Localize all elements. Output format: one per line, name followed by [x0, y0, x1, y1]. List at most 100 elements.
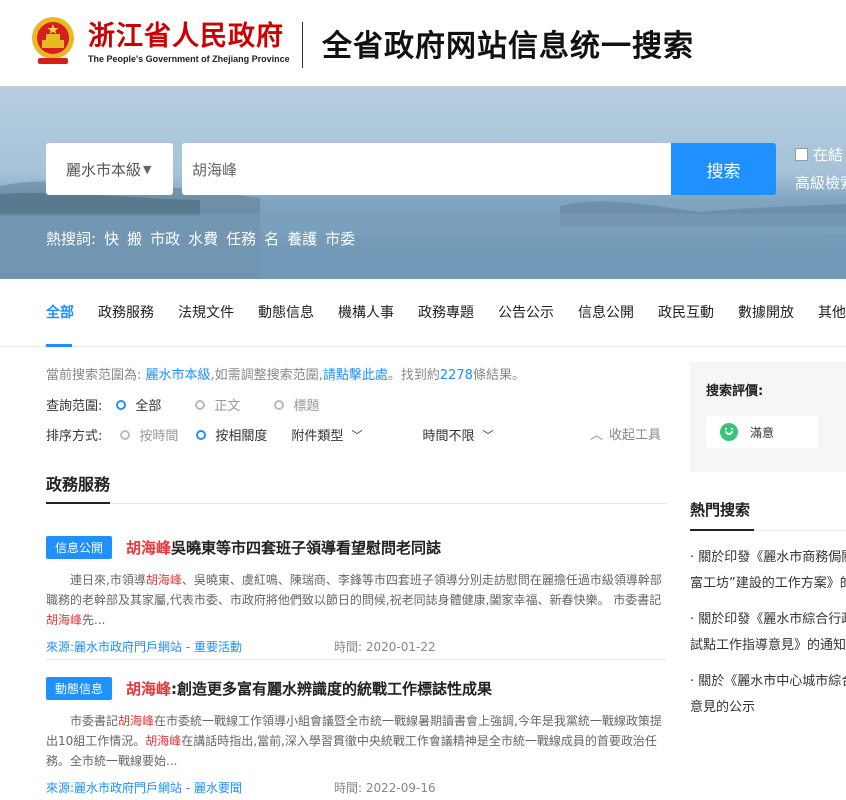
hot-word[interactable]: 水費	[188, 228, 218, 249]
keyword-highlight: 胡海峰	[145, 573, 182, 587]
dropdown-label: 附件類型	[291, 429, 344, 444]
hot-word[interactable]: 市政	[150, 228, 180, 249]
tab-other[interactable]: 其他	[818, 302, 846, 335]
caret-down-icon: ▼	[143, 162, 152, 176]
site-header: 浙江省人民政府 The People's Government of Zheji…	[0, 0, 846, 86]
range-option-body[interactable]: 正文	[195, 395, 240, 414]
hot-word[interactable]: 市委	[325, 228, 355, 249]
hot-search-item[interactable]: · 關於《麗水市中心城市綜合 意見的公示	[690, 669, 846, 721]
scope-info-scope: 麗水市本級	[145, 368, 211, 383]
attachment-type-dropdown[interactable]: 附件類型 ﹀	[291, 425, 362, 445]
category-tabs: 全部 政務服務 法規文件 動態信息 機構人事 政務專題 公告公示 信息公開 政民…	[46, 302, 846, 335]
result-snippet: 市委書記胡海峰在市委統一戰線工作領導小組會議暨全市統一戰線暑期讀書會上強調,今年…	[46, 711, 666, 771]
tab-regulations[interactable]: 法規文件	[178, 302, 234, 335]
result-badge[interactable]: 信息公開	[46, 536, 113, 559]
scope-info-prefix: 當前搜索范圍為:	[46, 368, 142, 383]
result-item: 信息公開 胡海峰吳曉東等市四套班子領導看望慰問老同誌 連日來,市領導胡海峰、吳曉東…	[46, 536, 666, 655]
scope-select[interactable]: 麗水市本級 ▼	[46, 143, 173, 195]
time-label: 時間:	[334, 640, 363, 654]
source-column: - 麗水要聞	[182, 781, 243, 795]
tab-topics[interactable]: 政務專題	[418, 302, 474, 335]
time-label: 時間:	[334, 781, 363, 795]
radio-label: 全部	[135, 399, 162, 414]
result-time: 時間: 2020-01-22	[334, 638, 436, 655]
result-source[interactable]: 來源:麗水市政府門戶網站 - 重要活動	[46, 638, 334, 655]
search-in-results-checkbox[interactable]	[795, 148, 808, 161]
result-source[interactable]: 來源:麗水市政府門戶網站 - 麗水要聞	[46, 779, 334, 796]
result-snippet: 連日來,市領導胡海峰、吳曉東、虞紅鳴、陳瑞商、李鋒等市四套班子領導分別走訪慰問在…	[46, 570, 666, 630]
scope-info: 當前搜索范圍為: 麗水市本級,如需調整搜索范圍,請點擊此處。找到約2278條結果…	[46, 364, 525, 383]
keyword-highlight: 胡海峰	[126, 680, 172, 698]
sort-by-time[interactable]: 按時間	[120, 425, 178, 444]
source-column: - 重要活動	[182, 640, 243, 654]
result-title[interactable]: 胡海峰吳曉東等市四套班子領導看望慰問老同誌	[126, 539, 441, 557]
result-title-text: :創造更多富有麗水辨識度的統戰工作標誌性成果	[171, 680, 493, 698]
result-title-text: 吳曉東等市四套班子領導看望慰問老同誌	[171, 539, 442, 557]
keyword-highlight: 胡海峰	[118, 714, 155, 728]
range-filter-label: 查詢范圍:	[46, 399, 103, 414]
satisfied-button[interactable]: 滿意	[706, 416, 818, 448]
tab-interaction[interactable]: 政民互動	[658, 302, 714, 335]
search-button[interactable]: 搜索	[671, 143, 776, 195]
tab-disclosure[interactable]: 信息公開	[578, 302, 634, 335]
result-title[interactable]: 胡海峰:創造更多富有麗水辨識度的統戰工作標誌性成果	[126, 680, 492, 698]
tab-notices[interactable]: 公告公示	[498, 302, 554, 335]
tab-all[interactable]: 全部	[46, 302, 74, 335]
logo-chinese[interactable]: 浙江省人民政府	[88, 14, 284, 53]
scope-info-suffix: 。找到約	[387, 368, 440, 383]
tabs-divider	[0, 346, 846, 347]
search-input[interactable]	[182, 143, 672, 195]
chevron-up-icon: ︿	[590, 428, 604, 443]
tab-open-data[interactable]: 數據開放	[738, 302, 794, 335]
result-time: 時間: 2022-09-16	[334, 779, 436, 796]
radio-icon	[274, 399, 285, 410]
hot-words-bar: 熱搜詞: 快 搬 市政 水費 任務 名 養護 市委	[46, 228, 355, 249]
hot-word[interactable]: 搬	[127, 228, 142, 249]
tab-news[interactable]: 動態信息	[258, 302, 314, 335]
section-divider	[46, 503, 666, 504]
search-in-results[interactable]: 在結	[795, 144, 843, 165]
result-count: 2278	[439, 368, 473, 383]
radio-icon	[116, 399, 127, 410]
advanced-search-link[interactable]: 高級檢索	[795, 172, 846, 193]
scope-info-mid: ,如需調整搜索范圍,	[210, 368, 323, 383]
time-value: 2020-01-22	[365, 640, 436, 654]
smiley-icon	[720, 423, 738, 441]
search-evaluation-panel: 搜索評價: 滿意	[690, 362, 846, 472]
time-value: 2022-09-16	[365, 781, 436, 795]
source-label: 來源:	[46, 640, 75, 654]
header-divider	[302, 22, 303, 68]
hot-search-item[interactable]: · 關於印發《麗水市商務侷關 富工坊”建設的工作方案》的	[690, 545, 846, 597]
national-emblem-icon	[32, 17, 74, 64]
scope-info-end: 條結果。	[472, 368, 525, 383]
hot-word[interactable]: 名	[264, 228, 279, 249]
adjust-scope-link[interactable]: 請點擊此處	[323, 368, 388, 383]
sort-by-relevance[interactable]: 按相關度	[196, 425, 267, 444]
hot-search-item[interactable]: · 關於印發《麗水市綜合行政 試點工作指導意見》的通知	[690, 607, 846, 659]
range-option-title[interactable]: 標題	[274, 395, 319, 414]
result-meta: 來源:麗水市政府門戶網站 - 重要活動 時間: 2020-01-22	[46, 638, 666, 655]
keyword-highlight: 胡海峰	[145, 734, 182, 748]
hot-search-line: 意見的公示	[690, 700, 756, 715]
snippet-text: 市委書記	[70, 714, 119, 728]
section-title: 政務服務	[46, 475, 111, 494]
radio-icon	[195, 399, 206, 410]
result-badge[interactable]: 動態信息	[46, 677, 113, 700]
hot-search-line: 關於《麗水市中心城市綜合	[698, 674, 846, 689]
time-range-dropdown[interactable]: 時間不限 ﹀	[422, 425, 494, 445]
collapse-tools-button[interactable]: ︿ 收起工具	[590, 424, 661, 443]
collapse-tools-label: 收起工具	[609, 428, 662, 443]
source-label: 來源:	[46, 781, 75, 795]
tab-personnel[interactable]: 機構人事	[338, 302, 394, 335]
chevron-down-icon: ﹀	[482, 428, 494, 442]
tab-gov-services[interactable]: 政務服務	[98, 302, 154, 335]
radio-icon	[120, 429, 131, 440]
hot-words-label: 熱搜詞:	[46, 230, 97, 248]
range-option-all[interactable]: 全部	[116, 395, 161, 414]
hot-word[interactable]: 任務	[226, 228, 256, 249]
search-in-results-label: 在結	[813, 146, 844, 164]
hot-word[interactable]: 快	[104, 228, 119, 249]
hot-search-title: 熱門搜索	[690, 501, 751, 519]
page-title: 全省政府网站信息统一搜索	[322, 29, 694, 64]
hot-word[interactable]: 養護	[287, 228, 317, 249]
